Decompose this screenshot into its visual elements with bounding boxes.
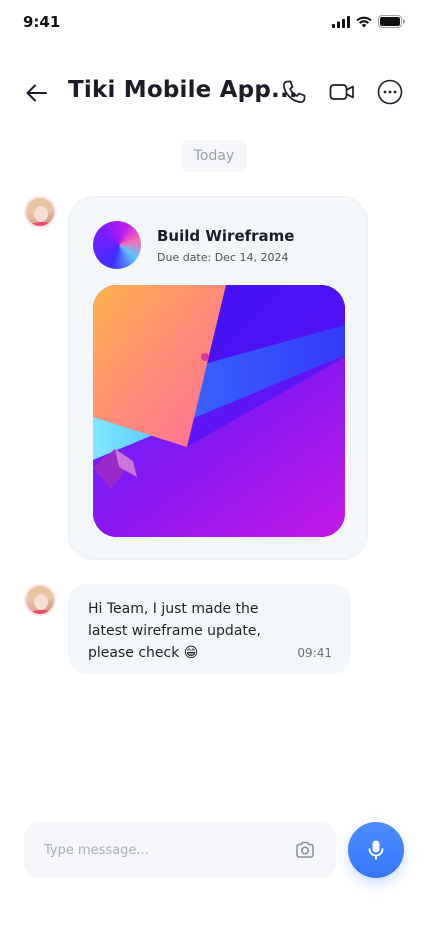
sender-avatar[interactable] xyxy=(24,584,56,616)
sender-avatar[interactable] xyxy=(24,196,56,228)
chat-title: Tiki Mobile App... xyxy=(68,77,298,103)
video-call-button[interactable] xyxy=(328,78,356,106)
microphone-icon xyxy=(368,840,384,860)
message-composer xyxy=(24,822,336,878)
more-dots-icon xyxy=(377,79,403,105)
camera-icon xyxy=(296,841,314,858)
battery-icon xyxy=(378,15,405,28)
cellular-signal-icon xyxy=(332,15,350,28)
arrow-left-icon xyxy=(26,84,47,102)
message-input[interactable] xyxy=(44,822,284,878)
message-text: Hi Team, I just made the latest wirefram… xyxy=(88,601,261,661)
back-button[interactable] xyxy=(24,80,50,106)
task-title: Build Wireframe xyxy=(157,227,295,245)
status-icons xyxy=(332,15,405,28)
status-bar: 9:41 xyxy=(0,0,428,44)
phone-icon xyxy=(283,80,306,103)
status-time: 9:41 xyxy=(23,13,61,31)
wifi-icon xyxy=(356,16,372,27)
task-preview-image[interactable] xyxy=(93,285,345,537)
task-due-date: Due date: Dec 14, 2024 xyxy=(157,251,289,264)
call-button[interactable] xyxy=(280,78,308,106)
chat-header: Tiki Mobile App... xyxy=(0,68,428,116)
date-divider: Today xyxy=(181,140,247,172)
message-time: 09:41 xyxy=(297,646,332,660)
video-camera-icon xyxy=(329,84,354,100)
task-thumbnail xyxy=(93,221,141,269)
task-message-card[interactable]: Build Wireframe Due date: Dec 14, 2024 xyxy=(68,196,368,560)
voice-record-button[interactable] xyxy=(348,822,404,878)
text-message-bubble[interactable]: Hi Team, I just made the latest wirefram… xyxy=(68,584,351,674)
more-options-button[interactable] xyxy=(376,78,404,106)
camera-button[interactable] xyxy=(294,839,316,861)
